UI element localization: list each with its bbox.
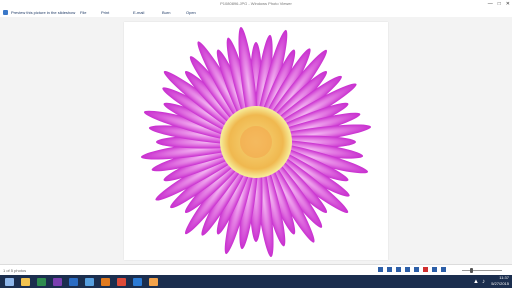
window-title: P1080896.JPG - Windows Photo Viewer bbox=[220, 1, 292, 6]
previous-icon[interactable] bbox=[378, 267, 383, 272]
play-slideshow-icon[interactable] bbox=[387, 267, 392, 272]
clock-date: 5/27/2015 bbox=[491, 281, 509, 286]
actual-size-icon[interactable] bbox=[432, 267, 437, 272]
menu-item-open[interactable]: Open bbox=[186, 10, 196, 15]
restore-button[interactable]: □ bbox=[498, 1, 501, 7]
status-label: 1 of 5 photos bbox=[3, 268, 27, 273]
menu-item-print[interactable]: Print bbox=[101, 10, 109, 15]
taskbar-chrome-icon[interactable] bbox=[114, 276, 128, 287]
slideshow-icon[interactable] bbox=[3, 10, 8, 15]
photo-frame bbox=[124, 22, 388, 260]
window-controls: — □ ✕ bbox=[488, 1, 510, 7]
rotate-right-icon[interactable] bbox=[414, 267, 419, 272]
delete-icon[interactable] bbox=[423, 267, 428, 272]
zoom-slider[interactable] bbox=[462, 270, 502, 271]
taskbar-ie-icon[interactable] bbox=[130, 276, 144, 287]
minimize-button[interactable]: — bbox=[488, 1, 493, 7]
menu-item-email[interactable]: E-mail bbox=[133, 10, 144, 15]
taskbar-photo-viewer-icon[interactable] bbox=[146, 276, 160, 287]
taskbar-firefox-icon[interactable] bbox=[98, 276, 112, 287]
photo-stage bbox=[0, 17, 512, 264]
taskbar-excel-icon[interactable] bbox=[34, 276, 48, 287]
viewer-controls bbox=[378, 267, 446, 272]
start-button[interactable] bbox=[2, 276, 16, 287]
clock[interactable]: 11:37 5/27/2015 bbox=[491, 275, 509, 287]
flower-image bbox=[140, 26, 372, 258]
close-button[interactable]: ✕ bbox=[506, 1, 510, 7]
taskbar: ▲ ♪ 11:37 5/27/2015 bbox=[0, 275, 512, 288]
menu-item-file[interactable]: File bbox=[80, 10, 86, 15]
taskbar-outlook-icon[interactable] bbox=[66, 276, 80, 287]
zoom-icon[interactable] bbox=[441, 267, 446, 272]
next-icon[interactable] bbox=[396, 267, 401, 272]
menu-item-burn[interactable]: Burn bbox=[162, 10, 170, 15]
zoom-slider-thumb[interactable] bbox=[470, 268, 473, 273]
taskbar-network-icon[interactable] bbox=[82, 276, 96, 287]
rotate-left-icon[interactable] bbox=[405, 267, 410, 272]
taskbar-onenote-icon[interactable] bbox=[50, 276, 64, 287]
menu-item-preview[interactable]: Preview this picture in the slideshow bbox=[11, 10, 75, 15]
network-icon[interactable]: ▲ bbox=[473, 279, 479, 285]
volume-icon[interactable]: ♪ bbox=[482, 279, 485, 285]
taskbar-file-explorer-icon[interactable] bbox=[18, 276, 32, 287]
